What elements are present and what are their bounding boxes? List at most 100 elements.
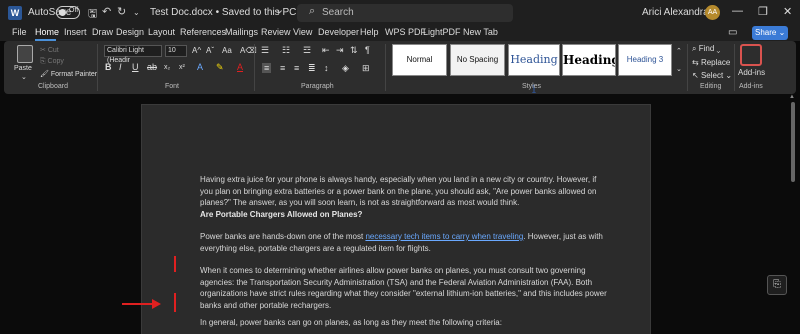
align-right-icon[interactable]: ≡ bbox=[294, 63, 299, 73]
paste-button[interactable]: Paste bbox=[14, 65, 32, 72]
styles-more-icon[interactable]: ⌄ bbox=[676, 65, 682, 73]
save-icon[interactable]: 🖫 bbox=[88, 5, 97, 24]
tab-new-tab[interactable]: New Tab bbox=[463, 27, 498, 37]
shading-icon[interactable]: ◈ bbox=[342, 63, 349, 74]
font-size-select[interactable]: 10 bbox=[165, 45, 187, 57]
tab-help[interactable]: Help bbox=[360, 27, 379, 37]
clipboard-group-label: Clipboard bbox=[38, 83, 68, 90]
font-name-select[interactable]: Calibri Light (Headir bbox=[104, 45, 162, 64]
tab-wps-pdf[interactable]: WPS PDF bbox=[385, 27, 426, 37]
format-painter-label: Format Painter bbox=[50, 71, 98, 78]
annotation-mark bbox=[174, 293, 176, 312]
decrease-indent-icon[interactable]: ⇤ bbox=[322, 45, 330, 56]
toggle-knob bbox=[59, 9, 66, 16]
bullets-icon[interactable]: ☰ bbox=[261, 45, 269, 56]
numbering-icon[interactable]: ☷ bbox=[282, 45, 290, 56]
scroll-up-icon[interactable]: ▲ bbox=[789, 94, 795, 100]
minimize-icon[interactable]: — bbox=[732, 5, 743, 17]
style-no-spacing[interactable]: No Spacing bbox=[450, 44, 505, 76]
tab-design[interactable]: Design bbox=[116, 27, 144, 37]
increase-indent-icon[interactable]: ⇥ bbox=[336, 45, 344, 56]
tab-draw[interactable]: Draw bbox=[92, 27, 113, 37]
tab-mailings[interactable]: Mailings bbox=[225, 27, 258, 37]
tab-developer[interactable]: Developer bbox=[318, 27, 359, 37]
paste-icon[interactable] bbox=[17, 45, 33, 63]
line-spacing-icon[interactable]: ↕ bbox=[324, 63, 329, 73]
comments-icon[interactable]: ▭ bbox=[728, 27, 737, 38]
tech-items-link[interactable]: necessary tech items to carry when trave… bbox=[365, 232, 523, 241]
align-center-icon[interactable]: ≡ bbox=[280, 63, 285, 73]
search-box[interactable]: ⌕ Search bbox=[297, 4, 513, 22]
avatar[interactable]: AA bbox=[705, 5, 720, 20]
style-heading-3[interactable]: Heading 3 bbox=[618, 44, 672, 76]
editing-group-label: Editing bbox=[700, 83, 722, 90]
show-marks-icon[interactable]: ¶ bbox=[365, 45, 370, 55]
sort-icon[interactable]: ⇅ bbox=[350, 45, 358, 56]
subscript-button[interactable]: x₂ bbox=[164, 64, 170, 71]
shrink-font-icon[interactable]: Aˇ bbox=[206, 46, 214, 55]
annotation-mark bbox=[174, 256, 176, 272]
divider bbox=[385, 44, 386, 91]
underline-button[interactable]: U bbox=[132, 62, 139, 72]
italic-button[interactable]: I bbox=[119, 62, 122, 72]
format-painter-button[interactable]: 🖌 Format Painter bbox=[40, 70, 97, 78]
style-heading-1[interactable]: Heading 1 bbox=[508, 44, 560, 96]
divider bbox=[254, 44, 255, 91]
style-heading-2[interactable]: Heading bbox=[562, 44, 616, 76]
borders-icon[interactable]: ⊞ bbox=[362, 63, 370, 74]
tab-file[interactable]: File bbox=[12, 27, 27, 37]
copy-button[interactable]: ⎘ Copy bbox=[40, 58, 64, 66]
paragraph-intro[interactable]: Having extra juice for your phone is alw… bbox=[200, 174, 610, 209]
tab-home[interactable]: Home bbox=[35, 27, 59, 37]
document-page[interactable]: Having extra juice for your phone is alw… bbox=[141, 104, 651, 334]
paragraph-power-banks[interactable]: Power banks are hands-down one of the mo… bbox=[200, 231, 610, 254]
justify-icon[interactable]: ≣ bbox=[308, 63, 316, 74]
font-color-icon[interactable]: A bbox=[237, 62, 243, 72]
divider bbox=[97, 44, 98, 91]
document-canvas[interactable]: Having extra juice for your phone is alw… bbox=[0, 94, 800, 334]
change-case-icon[interactable]: Aa bbox=[222, 46, 232, 55]
cut-label: Cut bbox=[47, 47, 59, 54]
multilevel-list-icon[interactable]: ☲ bbox=[303, 45, 311, 56]
tab-view[interactable]: View bbox=[293, 27, 312, 37]
restore-icon[interactable]: ❐ bbox=[758, 5, 768, 18]
find-button[interactable]: ⌕ Find ⌄ bbox=[692, 44, 720, 54]
title-bar: W AutoSave Off 🖫 ↶ ↻ ⌄ Test Doc.docx • S… bbox=[0, 0, 800, 26]
cut-button[interactable]: ✂ Cut bbox=[40, 46, 59, 54]
user-name[interactable]: Arici Alexandra bbox=[642, 7, 709, 18]
grow-font-icon[interactable]: A^ bbox=[192, 46, 201, 55]
styles-scroll-up-icon[interactable]: ⌃ bbox=[676, 47, 682, 55]
redo-icon[interactable]: ↻ bbox=[117, 5, 126, 18]
highlight-icon[interactable]: ✎ bbox=[216, 62, 224, 73]
style-normal[interactable]: Normal bbox=[392, 44, 447, 76]
tab-lightpdf[interactable]: LightPDF bbox=[423, 27, 461, 37]
tab-layout[interactable]: Layout bbox=[148, 27, 175, 37]
paragraph-agencies[interactable]: When it comes to determining whether air… bbox=[200, 265, 610, 311]
superscript-button[interactable]: x² bbox=[179, 64, 185, 71]
share-button[interactable]: Share ⌄ bbox=[752, 26, 788, 40]
heading-portable-chargers[interactable]: Are Portable Chargers Allowed on Planes? bbox=[200, 209, 610, 221]
tab-review[interactable]: Review bbox=[261, 27, 291, 37]
align-left-icon[interactable]: ≡ bbox=[262, 63, 272, 73]
chevron-down-icon[interactable]: ⌄ bbox=[133, 8, 140, 17]
close-icon[interactable]: ✕ bbox=[783, 5, 792, 18]
addins-icon[interactable] bbox=[740, 44, 762, 66]
scrollbar[interactable] bbox=[791, 102, 795, 182]
chevron-down-icon[interactable]: ⌄ bbox=[21, 73, 27, 81]
strikethrough-button[interactable]: ab bbox=[147, 62, 157, 72]
word-logo-icon: W bbox=[8, 6, 22, 20]
undo-icon[interactable]: ↶ bbox=[102, 5, 111, 18]
tab-insert[interactable]: Insert bbox=[64, 27, 87, 37]
addins-button[interactable]: Add-ins bbox=[738, 68, 765, 77]
doc-title-chevron-icon[interactable]: ⌄ bbox=[275, 3, 284, 16]
autosave-toggle[interactable]: Off bbox=[56, 6, 80, 19]
font-group-label: Font bbox=[165, 83, 180, 90]
paragraph-criteria[interactable]: In general, power banks can go on planes… bbox=[200, 317, 610, 329]
replace-button[interactable]: ⇆ Replace bbox=[692, 58, 730, 67]
bold-button[interactable]: B bbox=[105, 62, 112, 72]
search-input[interactable]: Search bbox=[322, 7, 354, 18]
bookmark-icon[interactable]: ⎘ bbox=[767, 275, 787, 295]
select-button[interactable]: ↖ Select ⌄ bbox=[692, 71, 732, 80]
tab-references[interactable]: References bbox=[180, 27, 226, 37]
text-effects-icon[interactable]: A bbox=[197, 62, 203, 72]
